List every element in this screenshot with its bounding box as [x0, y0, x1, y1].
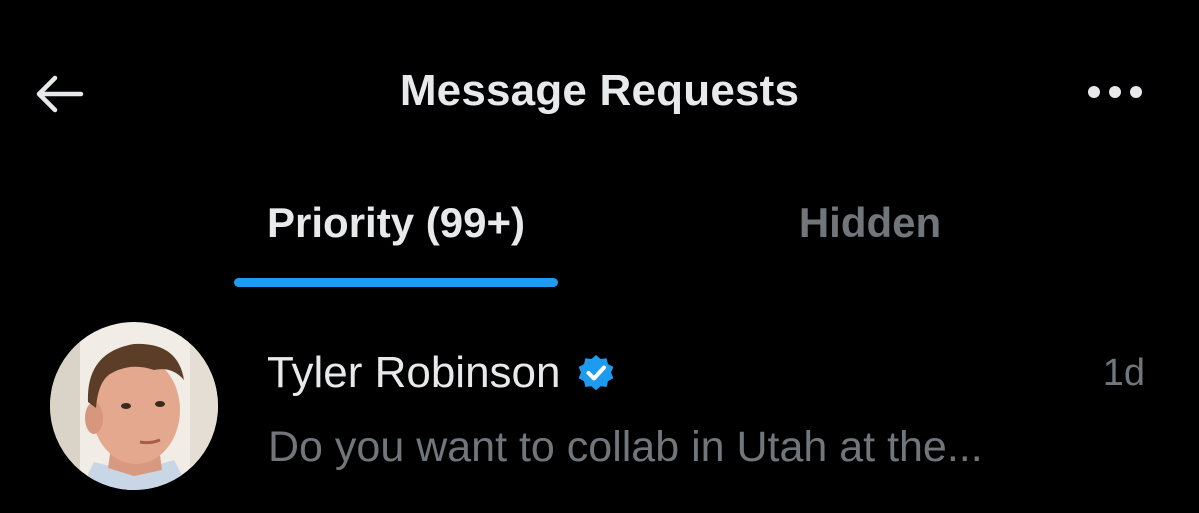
tab-priority-label: Priority (99+)	[267, 199, 525, 246]
verified-badge-icon	[579, 355, 614, 391]
active-tab-indicator	[234, 278, 558, 287]
tab-hidden[interactable]: Hidden	[740, 185, 1000, 290]
more-options-button[interactable]	[1080, 72, 1150, 112]
top-bar: Message Requests	[0, 0, 1199, 185]
sender-row: Tyler Robinson	[267, 348, 616, 398]
timestamp: 1d	[1102, 352, 1145, 394]
tab-hidden-label: Hidden	[798, 199, 942, 246]
message-preview: Do you want to collab in Utah at the...	[268, 423, 983, 471]
avatar[interactable]	[50, 322, 218, 490]
more-horizontal-icon	[1088, 86, 1142, 98]
page-title: Message Requests	[399, 66, 800, 115]
sender-name: Tyler Robinson	[267, 348, 561, 397]
tab-bar: Priority (99+) Hidden	[0, 185, 1199, 290]
conversation-item[interactable]: Tyler Robinson 1d Do you want to collab …	[0, 310, 1199, 513]
tab-priority[interactable]: Priority (99+)	[232, 185, 560, 290]
avatar-photo	[50, 322, 218, 490]
